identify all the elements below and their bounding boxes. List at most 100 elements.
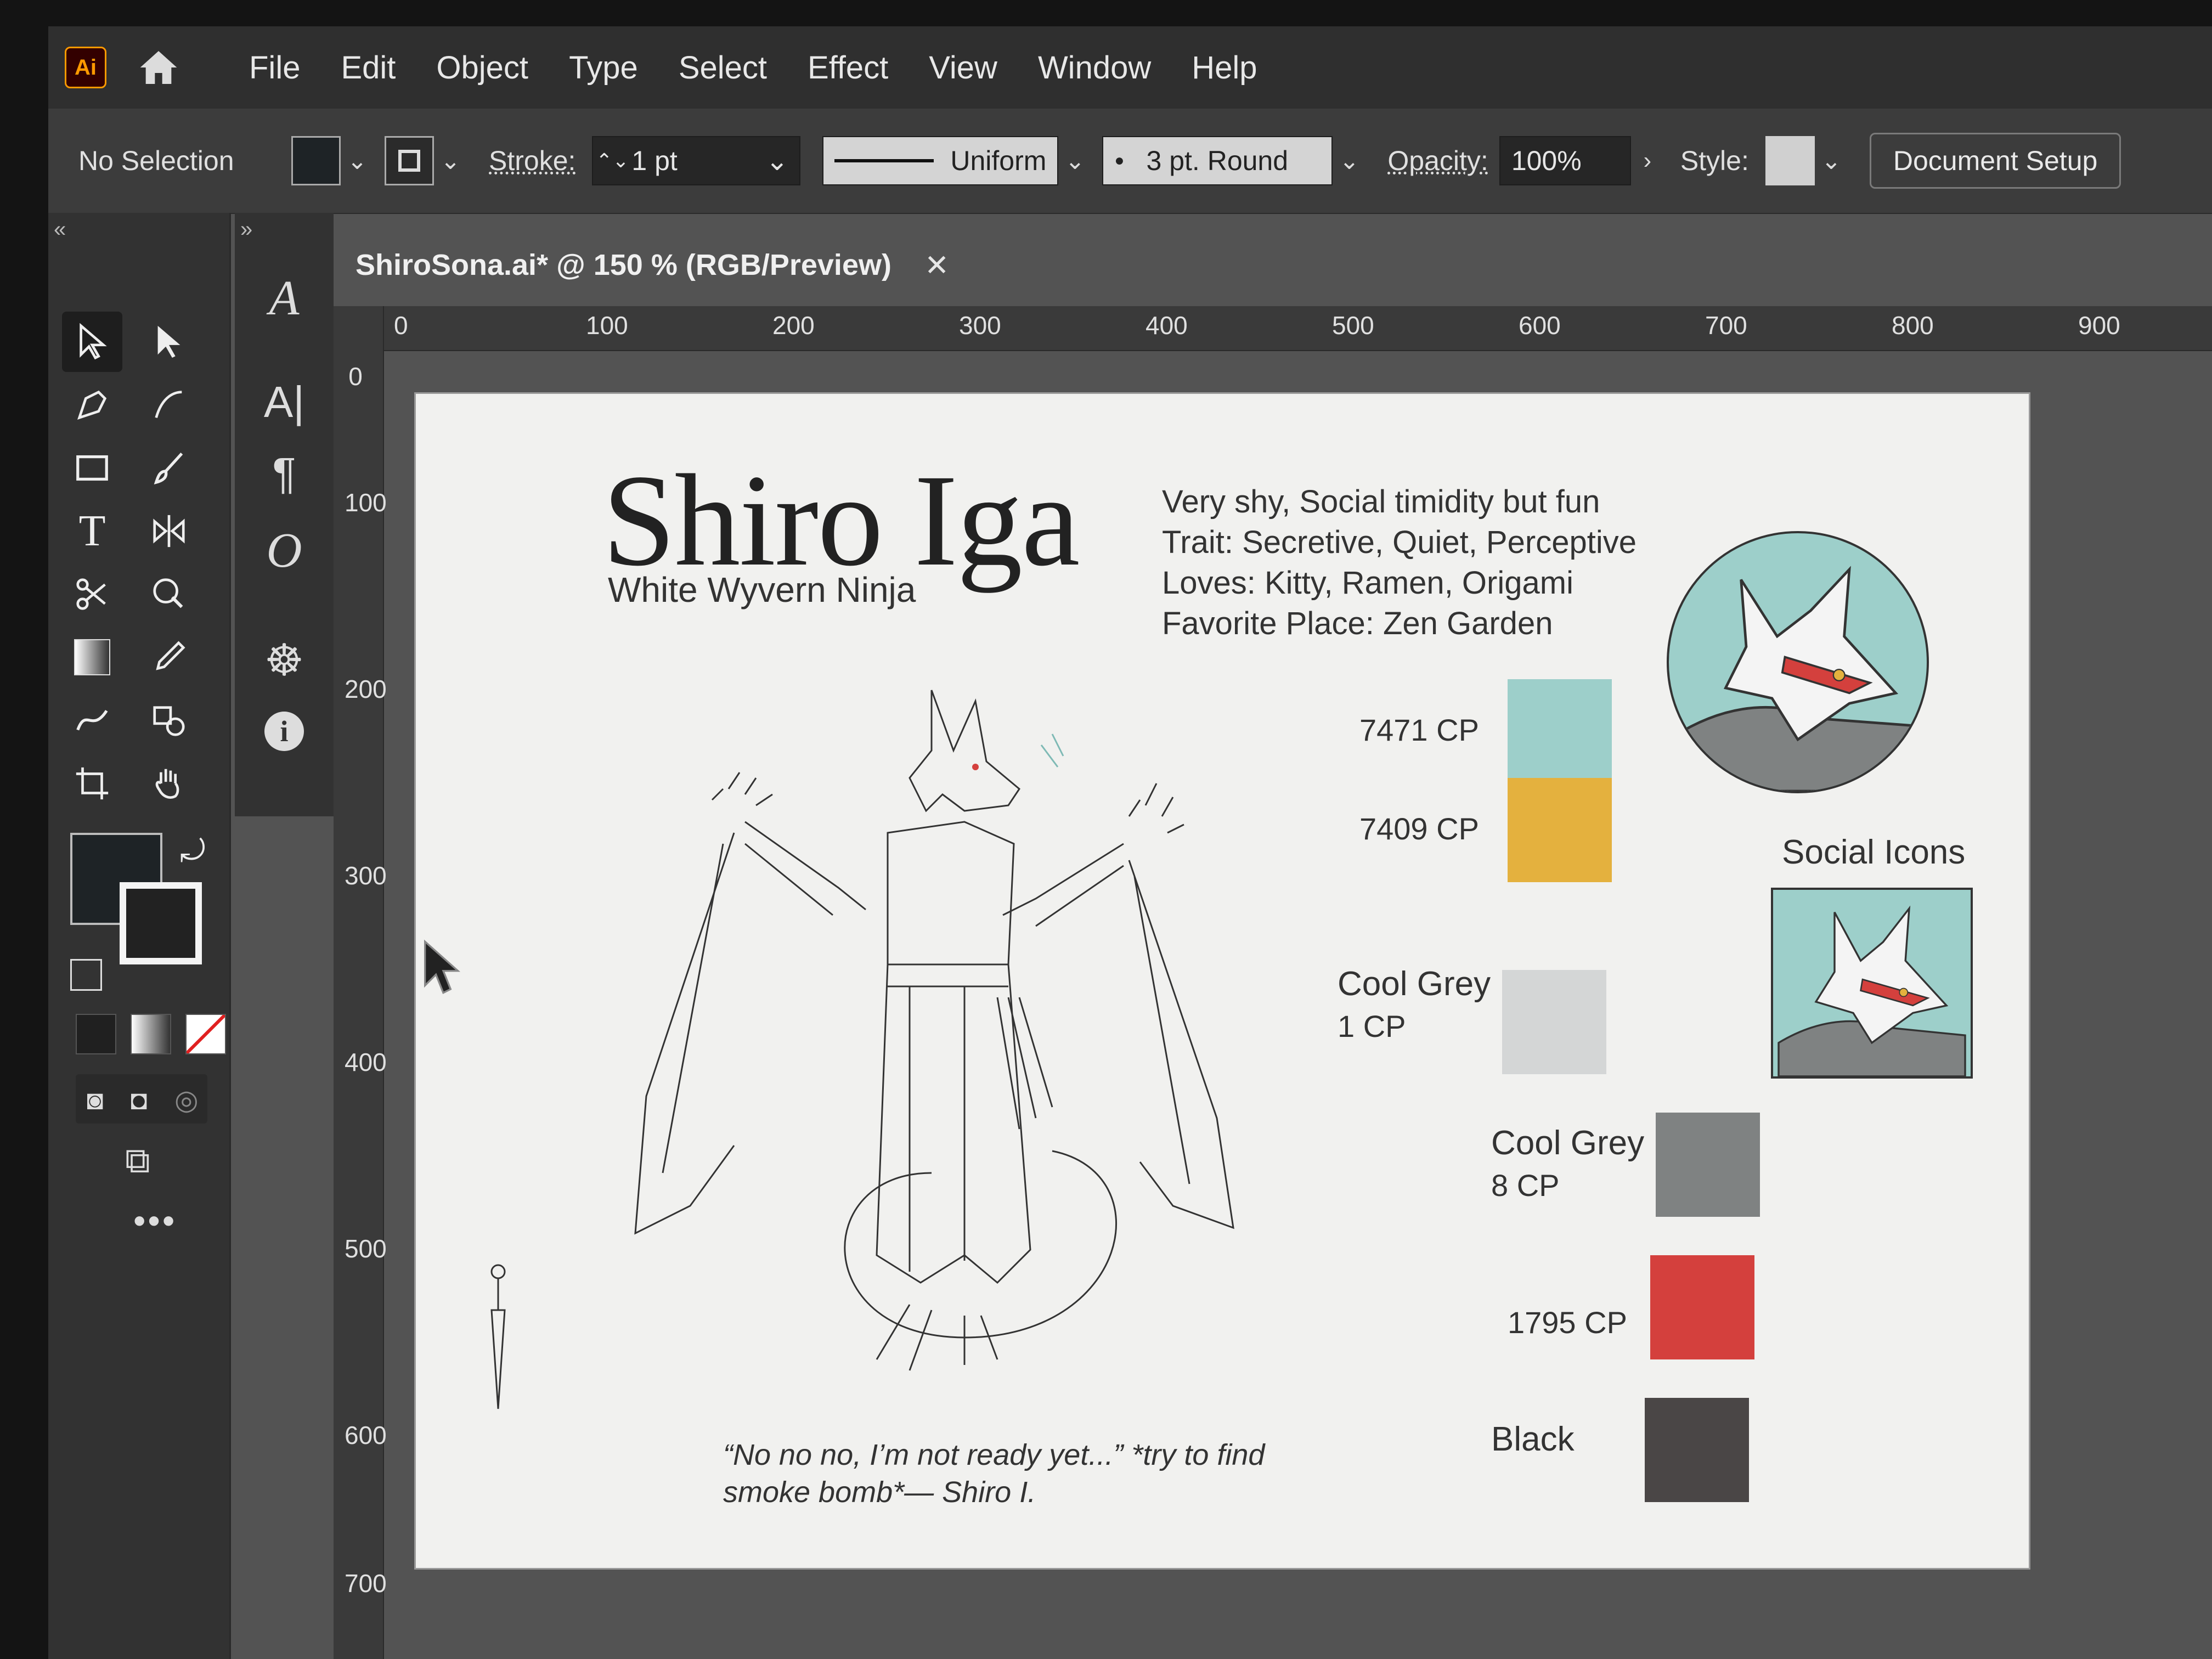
- draw-normal-icon[interactable]: ◙: [87, 1084, 103, 1116]
- info-icon[interactable]: i: [254, 701, 314, 761]
- stepper-icon[interactable]: ⌃⌄: [593, 149, 631, 172]
- paintbrush-tool-icon[interactable]: [139, 438, 199, 498]
- vertical-ruler[interactable]: 0 100 200 300 400 500 600 700: [334, 306, 387, 1659]
- menu-file[interactable]: File: [249, 49, 300, 86]
- brush-definition[interactable]: ● 3 pt. Round: [1102, 136, 1333, 185]
- selection-tool-icon[interactable]: [62, 312, 122, 372]
- style-label: Style:: [1680, 145, 1749, 176]
- paragraph-panel-icon[interactable]: ¶: [254, 443, 314, 504]
- menu-effect[interactable]: Effect: [808, 49, 888, 86]
- puppet-warp-tool-icon[interactable]: [62, 690, 122, 751]
- swatch-label: 7409 CP: [1359, 811, 1479, 846]
- swatch-label: Black: [1491, 1420, 1575, 1458]
- color-swatch-7409: [1508, 778, 1612, 882]
- ruler-label: 300: [959, 311, 1001, 340]
- document-setup-button[interactable]: Document Setup: [1869, 133, 2121, 189]
- variable-width-profile[interactable]: Uniform: [822, 136, 1059, 185]
- brush-dot-icon: ●: [1114, 151, 1125, 170]
- color-swatch-cool-grey-1: [1502, 970, 1606, 1074]
- chevron-down-icon[interactable]: ⌄: [1815, 136, 1848, 185]
- ruler-label: 200: [345, 675, 387, 703]
- eyedropper-tool-icon[interactable]: [139, 627, 199, 687]
- fill-swatch[interactable]: [291, 136, 341, 185]
- home-icon[interactable]: [134, 43, 183, 92]
- ruler-label: 700: [345, 1569, 387, 1598]
- draw-inside-icon[interactable]: ◎: [174, 1084, 199, 1116]
- collapse-panel-icon[interactable]: «: [54, 217, 66, 242]
- gradient-mode-icon[interactable]: [131, 1014, 171, 1054]
- screen-mode-icon[interactable]: ⧉: [125, 1140, 150, 1181]
- hand-tool-icon[interactable]: [139, 753, 199, 814]
- graphic-style-swatch[interactable]: [1765, 136, 1815, 185]
- stroke-square-icon: [398, 150, 420, 172]
- direct-selection-tool-icon[interactable]: [139, 312, 199, 372]
- desc-line: Very shy, Social timidity but fun: [1162, 484, 1600, 520]
- horizontal-ruler[interactable]: 0 100 200 300 400 500 600 700 800 900: [334, 306, 2212, 351]
- ruler-label: 700: [1705, 311, 1747, 340]
- desc-line: Favorite Place: Zen Garden: [1162, 606, 1553, 641]
- ruler-label: 100: [586, 311, 628, 340]
- stroke-label: Stroke:: [489, 145, 576, 176]
- chevron-right-icon[interactable]: ›: [1631, 136, 1664, 185]
- edit-toolbar-icon[interactable]: •••: [133, 1200, 177, 1241]
- stroke-line-preview: [834, 159, 934, 162]
- draw-behind-icon[interactable]: ◘: [131, 1084, 147, 1116]
- ruler-label: 600: [345, 1421, 387, 1449]
- chevron-down-icon[interactable]: ⌄: [341, 136, 374, 185]
- character-quote: “No no no, I’m not ready yet...” *try to…: [723, 1436, 1265, 1511]
- color-mode-icon[interactable]: [76, 1014, 116, 1054]
- ruler-label: 500: [345, 1234, 387, 1263]
- curvature-tool-icon[interactable]: [139, 375, 199, 435]
- desc-line: Loves: Kitty, Ramen, Origami: [1162, 565, 1573, 601]
- artboard[interactable]: Shiro Iga White Wyvern Ninja Very shy, S…: [416, 394, 2029, 1568]
- chevron-down-icon[interactable]: ⌄: [1333, 136, 1365, 185]
- ruler-label: 100: [345, 488, 387, 517]
- stroke-weight-field[interactable]: ⌃⌄ 1 pt ⌄: [592, 136, 801, 185]
- close-icon[interactable]: ✕: [924, 248, 949, 283]
- stroke-swatch[interactable]: [385, 136, 434, 185]
- artboard-tool-icon[interactable]: [62, 753, 122, 814]
- pen-tool-icon[interactable]: [62, 375, 122, 435]
- quote-line: smoke bomb*— Shiro I.: [723, 1476, 1036, 1509]
- ruler-label: 600: [1519, 311, 1561, 340]
- gradient-tool-icon[interactable]: [62, 627, 122, 687]
- main-menu: File Edit Object Type Select Effect View…: [249, 49, 1298, 86]
- none-mode-icon[interactable]: [185, 1014, 226, 1054]
- control-bar: No Selection ⌄ ⌄ Stroke: ⌃⌄ 1 pt ⌄ Unifo…: [48, 109, 2212, 214]
- wyvern-ninja-illustration: [634, 690, 1234, 1371]
- menu-view[interactable]: View: [929, 49, 997, 86]
- swap-colors-icon[interactable]: ⤾: [180, 833, 206, 870]
- reflect-tool-icon[interactable]: [139, 501, 199, 561]
- shape-builder-tool-icon[interactable]: [139, 564, 199, 624]
- color-swatch-cool-grey-8: [1656, 1113, 1760, 1217]
- app-logo: Ai: [65, 47, 106, 88]
- menu-edit[interactable]: Edit: [341, 49, 396, 86]
- menu-select[interactable]: Select: [679, 49, 767, 86]
- menu-help[interactable]: Help: [1192, 49, 1257, 86]
- expand-panel-icon[interactable]: »: [240, 217, 252, 242]
- type-tool-icon[interactable]: T: [62, 501, 122, 561]
- chevron-down-icon[interactable]: ⌄: [1058, 136, 1091, 185]
- chevron-down-icon[interactable]: ⌄: [434, 136, 467, 185]
- chevron-down-icon[interactable]: ⌄: [766, 145, 789, 177]
- color-swatch-1795: [1650, 1255, 1754, 1359]
- navigator-icon[interactable]: ☸: [254, 630, 314, 690]
- symbol-sprayer-tool-icon[interactable]: [139, 690, 199, 751]
- menu-object[interactable]: Object: [436, 49, 528, 86]
- character-panel-icon[interactable]: A|: [254, 372, 314, 432]
- scissors-tool-icon[interactable]: [62, 564, 122, 624]
- kunai-icon: [490, 1264, 506, 1409]
- character-styles-icon[interactable]: A: [254, 268, 314, 328]
- document-tab[interactable]: ShiroSona.ai* @ 150 % (RGB/Preview) ✕: [334, 224, 1025, 306]
- menu-window[interactable]: Window: [1038, 49, 1151, 86]
- mouse-cursor-icon: [424, 939, 461, 994]
- profile-value: Uniform: [950, 145, 1047, 176]
- stroke-color-swatch[interactable]: [120, 882, 202, 964]
- ruler-label: 300: [345, 861, 387, 890]
- menu-type[interactable]: Type: [569, 49, 638, 86]
- opacity-field[interactable]: 100%: [1499, 136, 1631, 185]
- character-description: Very shy, Social timidity but fun Trait:…: [1162, 482, 1637, 644]
- opentype-panel-icon[interactable]: O: [254, 520, 314, 580]
- rectangle-tool-icon[interactable]: [62, 438, 122, 498]
- default-colors-icon[interactable]: [70, 959, 102, 991]
